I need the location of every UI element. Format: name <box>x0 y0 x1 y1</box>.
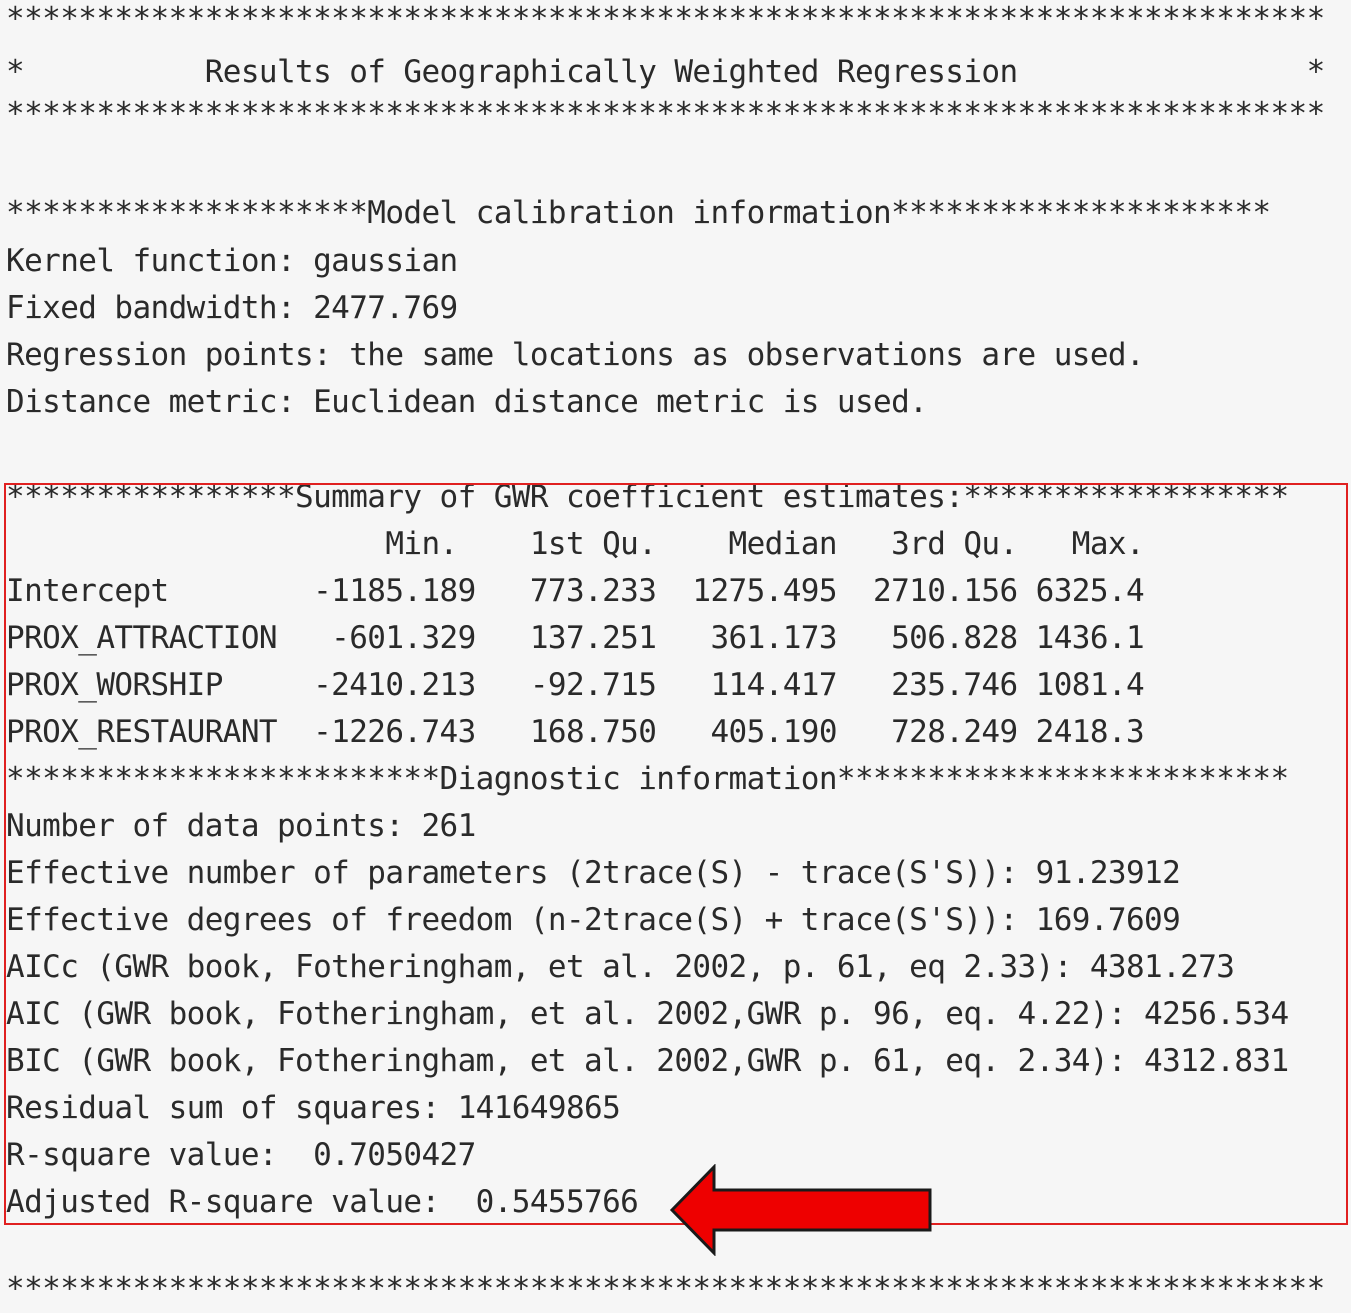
kernel-function-line: Kernel function: gaussian <box>6 243 458 279</box>
header-stars-top: ****************************************… <box>6 1 1325 37</box>
calibration-heading: ********************Model calibration in… <box>6 195 1271 231</box>
results-title: * Results of Geographically Weighted Reg… <box>6 54 1325 90</box>
header-stars-bottom: ****************************************… <box>6 96 1325 132</box>
footer-stars: ****************************************… <box>6 1271 1325 1307</box>
bandwidth-line: Fixed bandwidth: 2477.769 <box>6 290 458 326</box>
distance-metric-line: Distance metric: Euclidean distance metr… <box>6 384 928 420</box>
left-arrow-icon <box>669 1164 932 1256</box>
regression-points-line: Regression points: the same locations as… <box>6 337 1145 373</box>
highlight-box <box>4 483 1348 1225</box>
